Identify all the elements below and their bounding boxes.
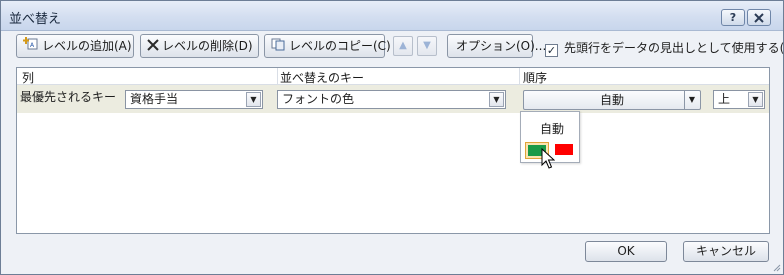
order-color-dropdown[interactable]: 自動 ▼ bbox=[523, 90, 701, 110]
add-level-button[interactable]: A レベルの追加(A) bbox=[16, 34, 134, 58]
delete-level-label: レベルの削除(D) bbox=[162, 39, 253, 53]
chevron-down-icon[interactable]: ▼ bbox=[246, 92, 261, 107]
header-divider bbox=[277, 68, 278, 85]
copy-level-button[interactable]: レベルのコピー(C) bbox=[264, 34, 391, 58]
header-row-checkbox[interactable]: ✓ bbox=[545, 44, 558, 57]
sort-levels-grid: 列 並べ替えのキー 順序 最優先されるキー 資格手当 ▼ フォントの色 ▼ 自動… bbox=[16, 67, 770, 234]
toolbar: A レベルの追加(A) レベルの削除(D) レベルのコピー(C) ▲ ▼ オプシ… bbox=[1, 34, 784, 62]
color-swatch-red[interactable] bbox=[552, 142, 576, 159]
column-select[interactable]: 資格手当 ▼ bbox=[125, 90, 263, 109]
move-up-icon: ▲ bbox=[399, 40, 407, 51]
header-row-checkbox-label: 先頭行をデータの見出しとして使用する(H) bbox=[564, 41, 784, 55]
options-button[interactable]: オプション(O)... bbox=[447, 34, 546, 58]
column-select-value: 資格手当 bbox=[130, 92, 179, 106]
sort-on-select[interactable]: フォントの色 ▼ bbox=[277, 90, 506, 109]
copy-icon bbox=[271, 36, 286, 58]
resize-grip-icon[interactable] bbox=[771, 262, 781, 272]
close-button[interactable] bbox=[747, 9, 771, 26]
popup-auto-option[interactable]: 自動 bbox=[540, 120, 564, 137]
header-divider bbox=[519, 68, 520, 85]
sort-dialog: 並べ替え ? A レベルの追加(A) レベルの削除(D) レベルのコピー(C) … bbox=[0, 0, 784, 275]
grid-header: 列 並べ替えのキー 順序 bbox=[17, 68, 769, 85]
chevron-down-icon[interactable]: ▼ bbox=[748, 92, 763, 107]
order-header: 順序 bbox=[523, 71, 548, 85]
options-label: オプション(O)... bbox=[456, 39, 547, 53]
column-header: 列 bbox=[22, 71, 35, 85]
add-level-icon: A bbox=[23, 36, 39, 58]
chevron-down-icon[interactable]: ▼ bbox=[489, 92, 504, 107]
ok-button[interactable]: OK bbox=[585, 241, 667, 262]
header-row-option[interactable]: ✓ 先頭行をデータの見出しとして使用する(H) bbox=[545, 39, 784, 57]
move-up-button[interactable]: ▲ bbox=[393, 36, 413, 56]
move-down-icon: ▼ bbox=[423, 40, 431, 51]
cancel-button[interactable]: キャンセル bbox=[683, 241, 769, 262]
title-bar: 並べ替え ? bbox=[1, 1, 783, 31]
close-icon bbox=[754, 13, 764, 23]
sort-on-select-value: フォントの色 bbox=[282, 92, 355, 106]
mouse-cursor-icon bbox=[541, 147, 556, 173]
order-direction-select[interactable]: 上 ▼ bbox=[713, 90, 765, 109]
help-button[interactable]: ? bbox=[721, 9, 745, 26]
red-swatch bbox=[555, 144, 573, 155]
delete-icon bbox=[147, 36, 159, 58]
dialog-title: 並べ替え bbox=[9, 12, 62, 27]
sort-level-row[interactable]: 最優先されるキー 資格手当 ▼ フォントの色 ▼ 自動 ▼ 上 ▼ bbox=[17, 85, 769, 113]
order-value: 自動 bbox=[599, 93, 624, 107]
chevron-down-icon[interactable]: ▼ bbox=[684, 91, 700, 109]
copy-level-label: レベルのコピー(C) bbox=[289, 39, 391, 53]
delete-level-button[interactable]: レベルの削除(D) bbox=[140, 34, 259, 58]
add-level-label: レベルの追加(A) bbox=[42, 39, 132, 53]
order-direction-value: 上 bbox=[718, 92, 731, 106]
sort-on-header: 並べ替えのキー bbox=[280, 71, 365, 85]
move-down-button[interactable]: ▼ bbox=[417, 36, 437, 56]
sort-level-label: 最優先されるキー bbox=[20, 90, 117, 104]
